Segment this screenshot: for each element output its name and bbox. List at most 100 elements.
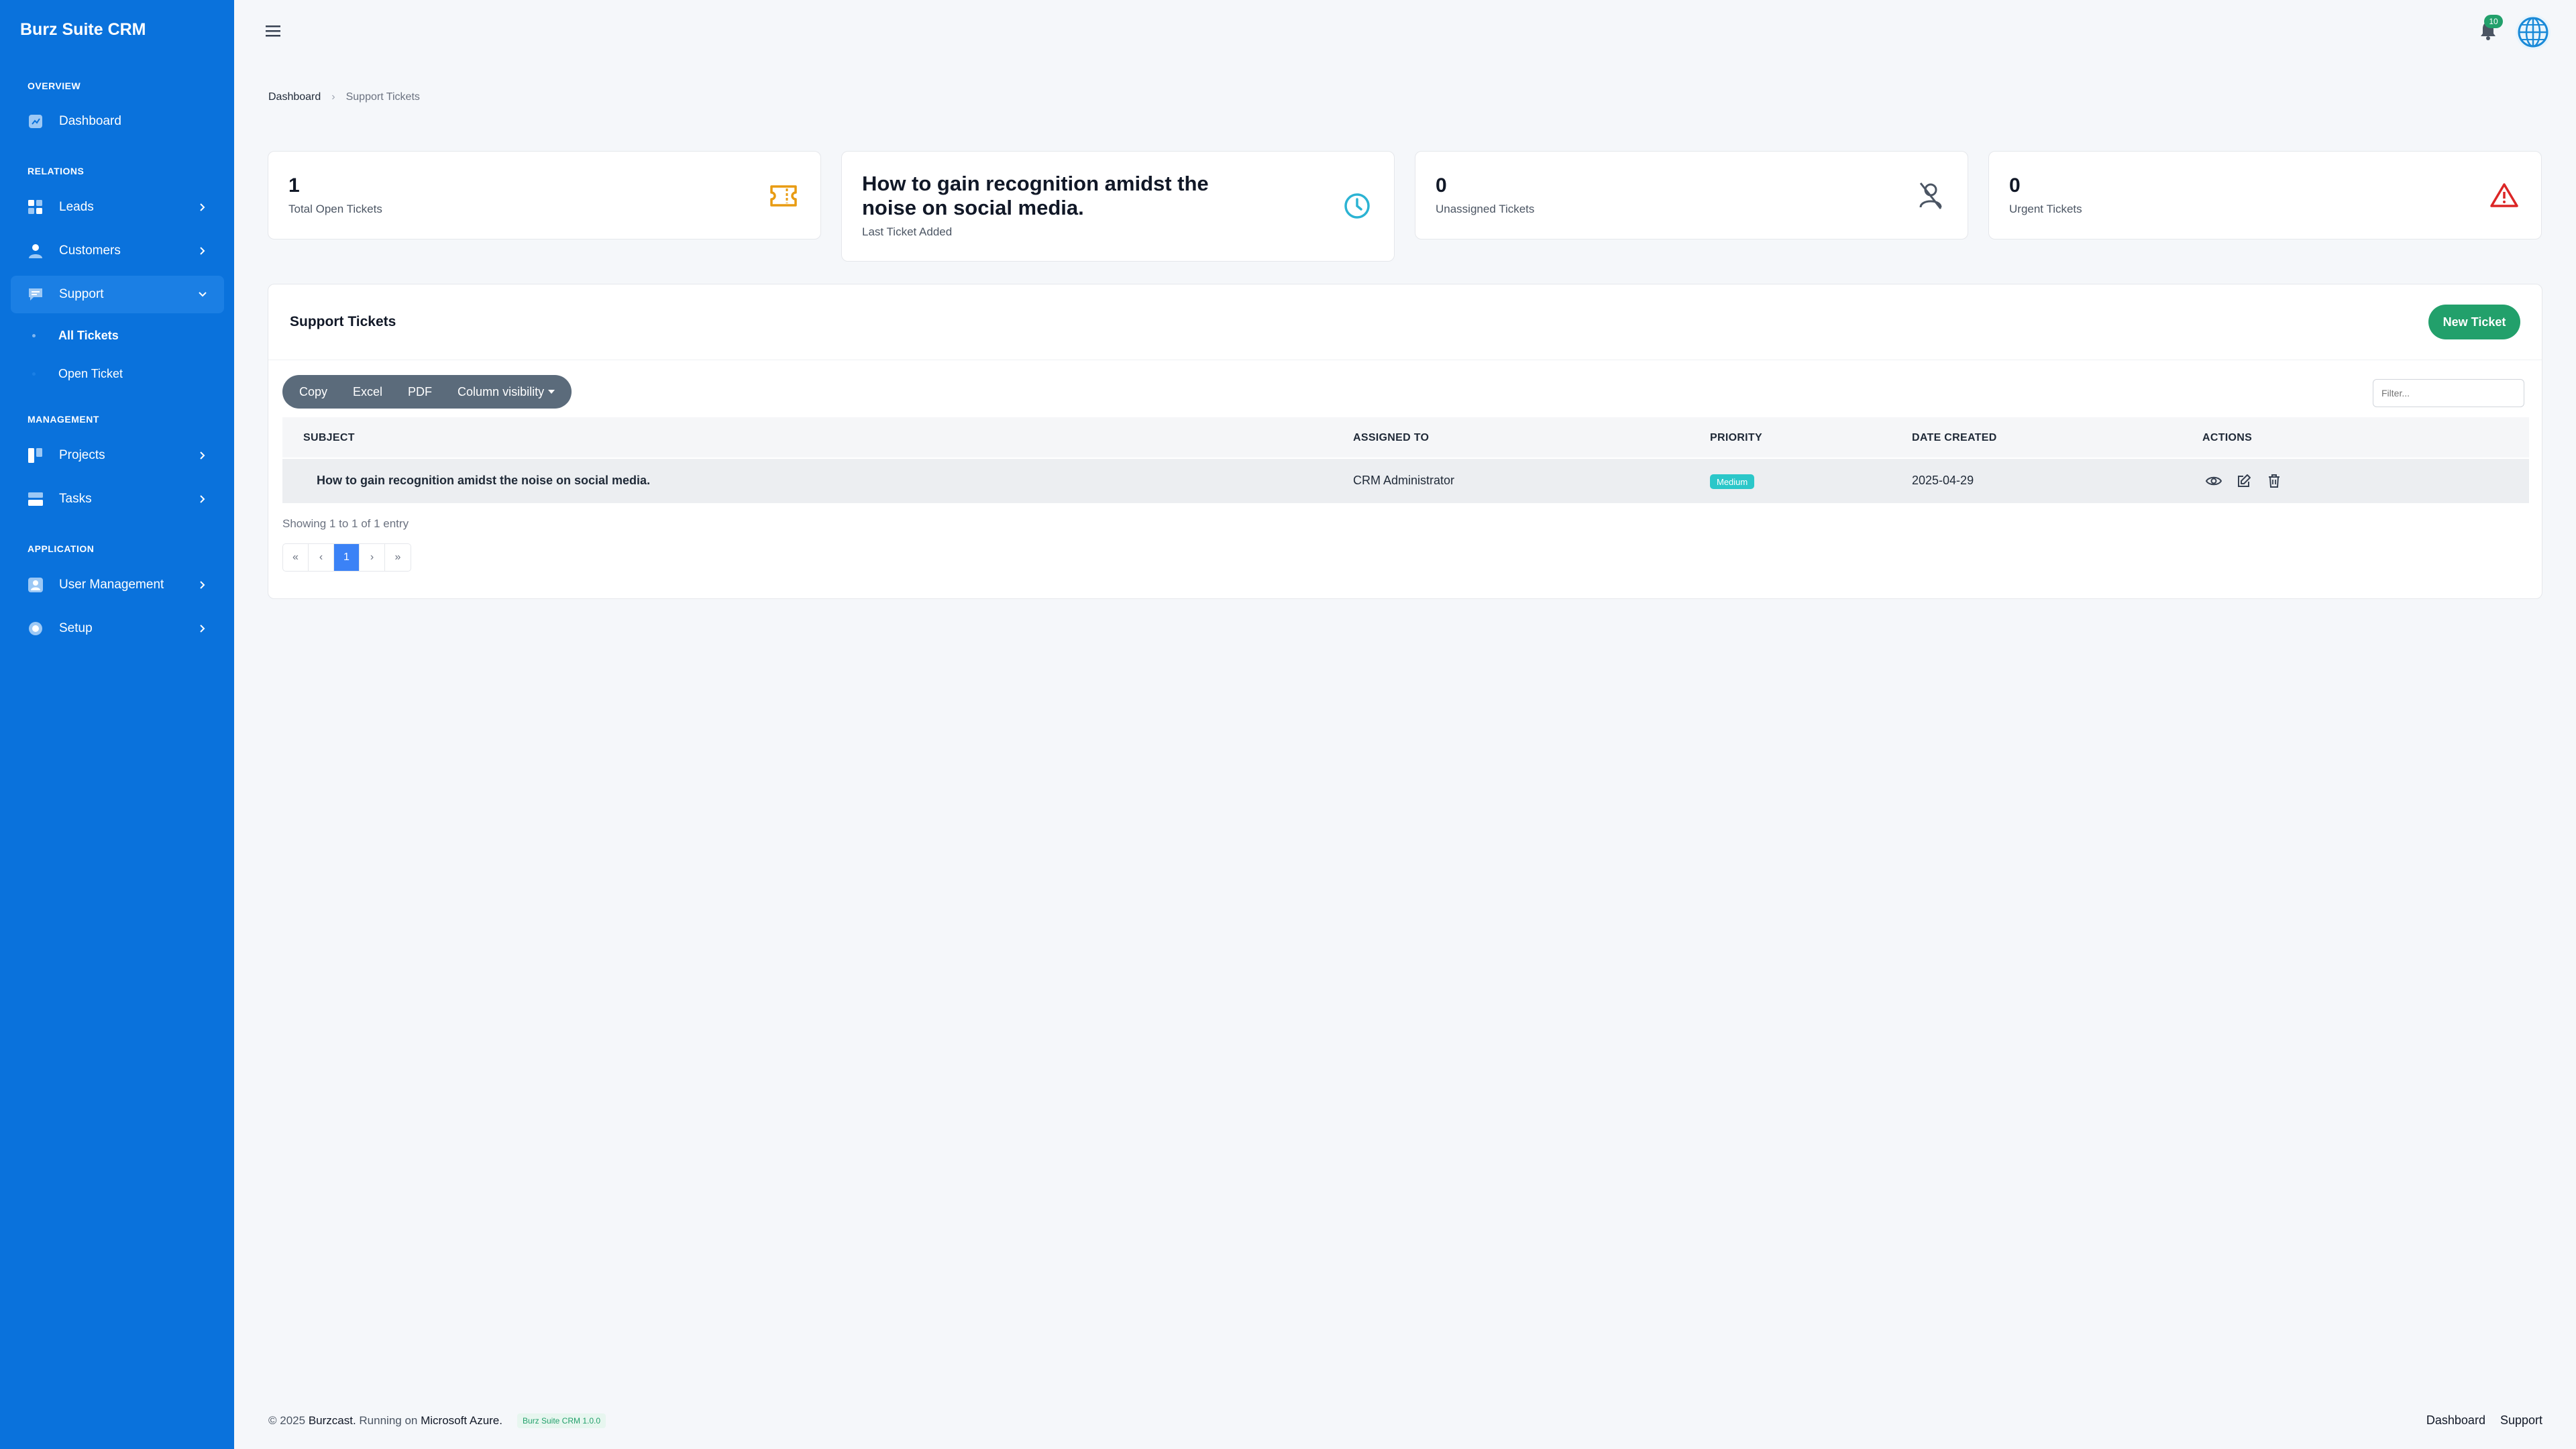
sidebar-label: User Management xyxy=(59,578,164,592)
delete-trash-icon[interactable] xyxy=(2265,472,2283,490)
sidebar-item-leads[interactable]: Leads xyxy=(11,189,224,226)
page-last-button[interactable]: » xyxy=(385,544,411,571)
page-current-button[interactable]: 1 xyxy=(334,544,360,571)
stat-card-unassigned: 0 Unassigned Tickets xyxy=(1415,151,1968,239)
sidebar-item-support[interactable]: Support xyxy=(11,276,224,313)
gear-icon xyxy=(27,620,44,637)
sidebar-label: Projects xyxy=(59,448,105,462)
chevron-right-icon xyxy=(196,622,209,635)
chevron-right-icon xyxy=(196,492,209,506)
sidebar-label: Tasks xyxy=(59,492,92,506)
column-header-priority[interactable]: PRIORITY xyxy=(1710,432,1762,444)
kanban-icon xyxy=(27,447,44,464)
table-info: Showing 1 to 1 of 1 entry xyxy=(282,517,409,530)
tickets-panel: Support Tickets New Ticket Copy Excel PD… xyxy=(268,284,2542,599)
version-badge: Burz Suite CRM 1.0.0 xyxy=(517,1413,606,1428)
sidebar-subitem-open-ticket[interactable]: Open Ticket xyxy=(32,360,123,387)
company-link[interactable]: Burzcast. xyxy=(309,1414,356,1428)
edit-icon[interactable] xyxy=(2235,472,2253,490)
footer-copyright: © 2025 Burzcast. Running on Microsoft Az… xyxy=(268,1413,606,1428)
chevron-right-icon xyxy=(196,244,209,258)
notification-badge: 10 xyxy=(2484,15,2503,28)
nav-section-management: MANAGEMENT xyxy=(28,414,99,425)
grid-icon xyxy=(27,199,44,216)
sidebar-item-customers[interactable]: Customers xyxy=(11,232,224,270)
sidebar-label: Dashboard xyxy=(59,114,121,128)
stat-value: 0 xyxy=(2009,174,2021,197)
copy-button[interactable]: Copy xyxy=(286,375,340,409)
sidebar-label: Setup xyxy=(59,621,93,635)
chevron-right-icon xyxy=(196,578,209,592)
sidebar-item-dashboard[interactable]: Dashboard xyxy=(11,103,224,140)
platform-link[interactable]: Microsoft Azure. xyxy=(421,1414,502,1428)
chevron-down-icon xyxy=(196,288,209,301)
sidebar-label: Leads xyxy=(59,200,94,214)
sidebar-label: Support xyxy=(59,287,104,301)
brand-title[interactable]: Burz Suite CRM xyxy=(20,20,146,40)
cell-subject[interactable]: How to gain recognition amidst the noise… xyxy=(317,474,650,488)
pagination: « ‹ 1 › » xyxy=(282,543,411,572)
chat-icon xyxy=(27,286,44,303)
ticket-icon xyxy=(768,180,799,211)
column-header-assigned[interactable]: ASSIGNED TO xyxy=(1353,432,1429,444)
bullet-icon xyxy=(32,372,36,376)
priority-badge: Medium xyxy=(1710,474,1755,489)
stat-card-open-tickets: 1 Total Open Tickets xyxy=(268,151,821,239)
excel-button[interactable]: Excel xyxy=(340,375,395,409)
sidebar-item-projects[interactable]: Projects xyxy=(11,437,224,474)
footer-links: Dashboard Support xyxy=(2426,1413,2542,1428)
nav-section-relations: RELATIONS xyxy=(28,166,85,176)
tasks-icon xyxy=(27,490,44,508)
breadcrumb-current: Support Tickets xyxy=(345,91,420,103)
new-ticket-button[interactable]: New Ticket xyxy=(2428,305,2520,339)
stat-label: Total Open Tickets xyxy=(288,203,382,215)
user-icon xyxy=(27,242,44,260)
footer-link-support[interactable]: Support xyxy=(2500,1413,2542,1428)
column-header-actions: ACTIONS xyxy=(2202,432,2253,443)
user-off-icon xyxy=(1915,180,1946,211)
breadcrumb-home[interactable]: Dashboard xyxy=(268,91,321,103)
clock-icon xyxy=(1342,191,1373,221)
page-first-button[interactable]: « xyxy=(283,544,309,571)
pdf-button[interactable]: PDF xyxy=(395,375,445,409)
cell-assigned: CRM Administrator xyxy=(1353,474,1455,487)
stat-value: How to gain recognition amidst the noise… xyxy=(862,172,1209,219)
column-visibility-button[interactable]: Column visibility xyxy=(445,375,568,409)
sidebar-label: Open Ticket xyxy=(58,366,123,380)
filter-input[interactable] xyxy=(2373,379,2524,407)
chevron-right-icon xyxy=(196,201,209,214)
page-next-button[interactable]: › xyxy=(360,544,385,571)
stat-label: Unassigned Tickets xyxy=(1436,203,1535,215)
footer-link-dashboard[interactable]: Dashboard xyxy=(2426,1413,2485,1428)
sidebar-item-user-management[interactable]: User Management xyxy=(11,566,224,604)
sidebar-item-tasks[interactable]: Tasks xyxy=(11,480,224,518)
stat-value: 0 xyxy=(1436,174,1447,197)
warning-icon xyxy=(2489,180,2520,211)
running-text: Running on xyxy=(359,1414,418,1427)
table-header: SUBJECT ASSIGNED TO PRIORITY DATE CREATE… xyxy=(282,417,2529,458)
panel-title: Support Tickets xyxy=(290,314,396,329)
sidebar-label: All Tickets xyxy=(58,328,119,342)
table-row[interactable]: How to gain recognition amidst the noise… xyxy=(282,459,2529,503)
menu-toggle-icon[interactable] xyxy=(264,23,283,39)
sidebar-subitem-all-tickets[interactable]: All Tickets xyxy=(32,322,119,349)
page-prev-button[interactable]: ‹ xyxy=(309,544,334,571)
nav-section-overview: OVERVIEW xyxy=(28,80,81,91)
column-header-date[interactable]: DATE CREATED xyxy=(1912,432,1997,444)
breadcrumb: Dashboard › Support Tickets xyxy=(268,91,420,103)
sidebar-item-setup[interactable]: Setup xyxy=(11,610,224,647)
dashboard-icon xyxy=(27,113,44,130)
user-card-icon xyxy=(27,576,44,594)
copyright-text: © 2025 xyxy=(268,1414,306,1427)
globe-icon xyxy=(2518,17,2548,48)
stat-label: Urgent Tickets xyxy=(2009,203,2082,215)
stat-card-last-ticket: How to gain recognition amidst the noise… xyxy=(841,151,1395,262)
sidebar: Burz Suite CRM OVERVIEW Dashboard RELATI… xyxy=(0,0,234,1449)
stat-value: 1 xyxy=(288,174,300,197)
caret-down-icon xyxy=(548,390,555,394)
column-header-subject[interactable]: SUBJECT xyxy=(303,432,355,444)
view-eye-icon[interactable] xyxy=(2205,472,2222,490)
chevron-right-icon xyxy=(196,449,209,462)
avatar[interactable] xyxy=(2516,15,2551,50)
stat-card-urgent: 0 Urgent Tickets xyxy=(1988,151,2542,239)
